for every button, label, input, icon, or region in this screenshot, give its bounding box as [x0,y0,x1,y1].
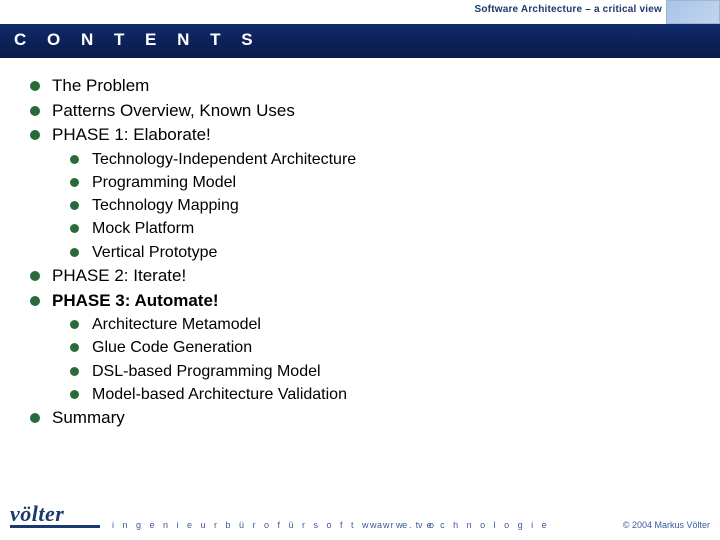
logo: völter [10,501,100,528]
item-label: Glue Code Generation [92,339,252,356]
header: Software Architecture – a critical view [0,0,720,24]
list-item: Programming Model [70,171,700,194]
item-label: Summary [52,408,125,427]
list-item: The Problem [28,74,700,99]
list-item: Technology Mapping [70,194,700,217]
slide: Software Architecture – a critical view … [0,0,720,540]
list-item: Technology-Independent Architecture [70,148,700,171]
footer-copyright: © 2004 Markus Völter [623,520,710,530]
item-label: Mock Platform [92,220,194,237]
list-item: Summary [28,406,700,431]
item-label: Programming Model [92,174,236,191]
list-item: Glue Code Generation [70,336,700,359]
item-label: PHASE 3: Automate! [52,291,219,310]
list-item: Architecture Metamodel [70,313,700,336]
item-label: Technology Mapping [92,197,239,214]
item-label: The Problem [52,76,149,95]
item-label: PHASE 1: Elaborate! [52,125,211,144]
list-item: PHASE 2: Iterate! [28,264,700,289]
footer-tagline: i n g e n i e u r b ü r o f ü r s o f t … [112,520,550,530]
content-area: The Problem Patterns Overview, Known Use… [0,58,720,441]
header-title: Software Architecture – a critical view [474,4,662,15]
item-label: Patterns Overview, Known Uses [52,101,295,120]
list-item: DSL-based Programming Model [70,360,700,383]
list-item: Mock Platform [70,217,700,240]
list-item: PHASE 3: Automate! Architecture Metamode… [28,289,700,406]
item-label: Architecture Metamodel [92,316,261,333]
item-label: Vertical Prototype [92,244,217,261]
logo-text: völter [10,501,64,526]
sub-list: Technology-Independent Architecture Prog… [70,148,700,264]
footer: völter i n g e n i e u r b ü r o f ü r s… [0,492,720,540]
footer-url: w w w . v o [370,520,436,530]
list-item: PHASE 1: Elaborate! Technology-Independe… [28,123,700,264]
list-item: Model-based Architecture Validation [70,383,700,406]
header-graphic-icon [666,0,720,24]
item-label: PHASE 2: Iterate! [52,266,186,285]
sub-list: Architecture Metamodel Glue Code Generat… [70,313,700,406]
list-item: Patterns Overview, Known Uses [28,99,700,124]
item-label: Model-based Architecture Validation [92,386,347,403]
item-label: DSL-based Programming Model [92,363,321,380]
contents-list: The Problem Patterns Overview, Known Use… [28,74,700,431]
slide-title: C O N T E N T S [0,24,720,58]
item-label: Technology-Independent Architecture [92,151,356,168]
list-item: Vertical Prototype [70,241,700,264]
